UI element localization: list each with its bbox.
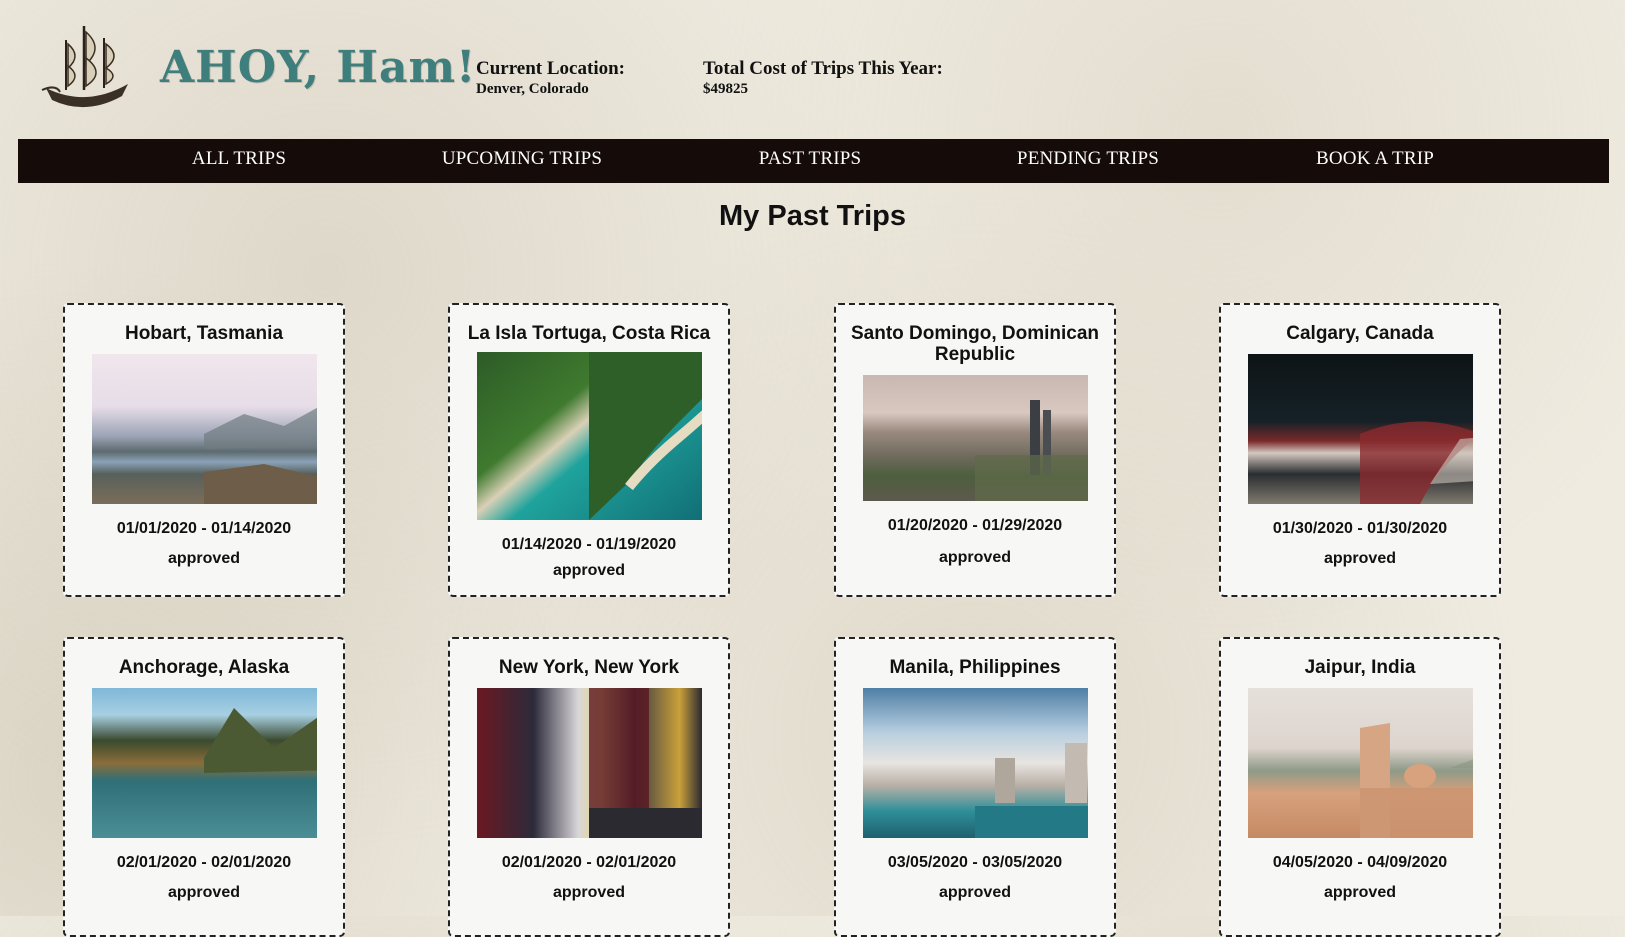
- trip-dates: 04/05/2020 - 04/09/2020: [1272, 854, 1448, 871]
- current-location: Current Location: Denver, Colorado: [476, 58, 625, 98]
- trip-status: approved: [552, 562, 625, 579]
- trip-status: approved: [1323, 550, 1396, 567]
- trip-destination: Hobart, Tasmania: [124, 323, 284, 344]
- trip-dates: 02/01/2020 - 02/01/2020: [501, 854, 677, 871]
- nav-past-trips[interactable]: PAST TRIPS: [759, 139, 862, 183]
- cost-label: Total Cost of Trips This Year:: [703, 58, 943, 79]
- trip-destination: Jaipur, India: [1304, 657, 1416, 678]
- trip-card[interactable]: Hobart, Tasmania 01/01/2020 - 01/14/2020…: [63, 303, 345, 597]
- trip-dates: 03/05/2020 - 03/05/2020: [887, 854, 1063, 871]
- nav-upcoming-trips[interactable]: UPCOMING TRIPS: [442, 139, 602, 183]
- header: AHOY, Ham! Current Location: Denver, Col…: [0, 0, 1625, 135]
- trip-dates: 02/01/2020 - 02/01/2020: [116, 854, 292, 871]
- trip-card[interactable]: Anchorage, Alaska 02/01/2020 - 02/01/202…: [63, 637, 345, 937]
- trip-status: approved: [938, 884, 1011, 901]
- trip-status: approved: [938, 549, 1011, 566]
- trip-photo: [862, 688, 1088, 838]
- brand-title: AHOY, Ham!: [160, 42, 477, 93]
- cost-value: $49825: [703, 81, 748, 97]
- trip-dates: 01/01/2020 - 01/14/2020: [116, 520, 292, 537]
- trip-status: approved: [552, 884, 625, 901]
- trip-card[interactable]: Jaipur, India 04/05/2020 - 04/09/2020 ap…: [1219, 637, 1501, 937]
- nav-book-a-trip[interactable]: BOOK A TRIP: [1316, 139, 1434, 183]
- trip-destination: Manila, Philippines: [889, 657, 1061, 678]
- trip-photo: [476, 688, 702, 838]
- trip-photo: [91, 688, 317, 838]
- trip-status: approved: [167, 884, 240, 901]
- trip-photo: [1247, 688, 1473, 838]
- main-nav: ALL TRIPS UPCOMING TRIPS PAST TRIPS PEND…: [18, 139, 1609, 183]
- trip-photo: [91, 354, 317, 504]
- trip-destination: New York, New York: [498, 657, 680, 678]
- trip-destination: Anchorage, Alaska: [118, 657, 290, 678]
- trip-destination: Santo Domingo, Dominican Republic: [850, 323, 1100, 365]
- trip-destination: Calgary, Canada: [1286, 323, 1434, 344]
- total-cost: Total Cost of Trips This Year: $49825: [703, 58, 943, 98]
- trip-dates: 01/14/2020 - 01/19/2020: [501, 536, 677, 553]
- trip-status: approved: [167, 550, 240, 567]
- trip-dates: 01/20/2020 - 01/29/2020: [887, 517, 1063, 534]
- trip-photo: [862, 375, 1088, 501]
- trip-card[interactable]: La Isla Tortuga, Costa Rica 01/14/2020 -…: [448, 303, 730, 597]
- trip-photo: [476, 352, 702, 520]
- trip-card[interactable]: Manila, Philippines 03/05/2020 - 03/05/2…: [834, 637, 1116, 937]
- page-title: My Past Trips: [719, 200, 906, 232]
- trip-card[interactable]: Calgary, Canada 01/30/2020 - 01/30/2020 …: [1219, 303, 1501, 597]
- nav-pending-trips[interactable]: PENDING TRIPS: [1017, 139, 1159, 183]
- trip-destination: La Isla Tortuga, Costa Rica: [467, 323, 711, 344]
- pirate-ship-logo-icon[interactable]: [36, 18, 136, 118]
- trip-dates: 01/30/2020 - 01/30/2020: [1272, 520, 1448, 537]
- location-value: Denver, Colorado: [476, 81, 589, 97]
- location-label: Current Location:: [476, 58, 625, 79]
- trip-photo: [1247, 354, 1473, 504]
- trip-card[interactable]: New York, New York 02/01/2020 - 02/01/20…: [448, 637, 730, 937]
- trip-status: approved: [1323, 884, 1396, 901]
- nav-all-trips[interactable]: ALL TRIPS: [192, 139, 286, 183]
- trip-card[interactable]: Santo Domingo, Dominican Republic 01/20/…: [834, 303, 1116, 597]
